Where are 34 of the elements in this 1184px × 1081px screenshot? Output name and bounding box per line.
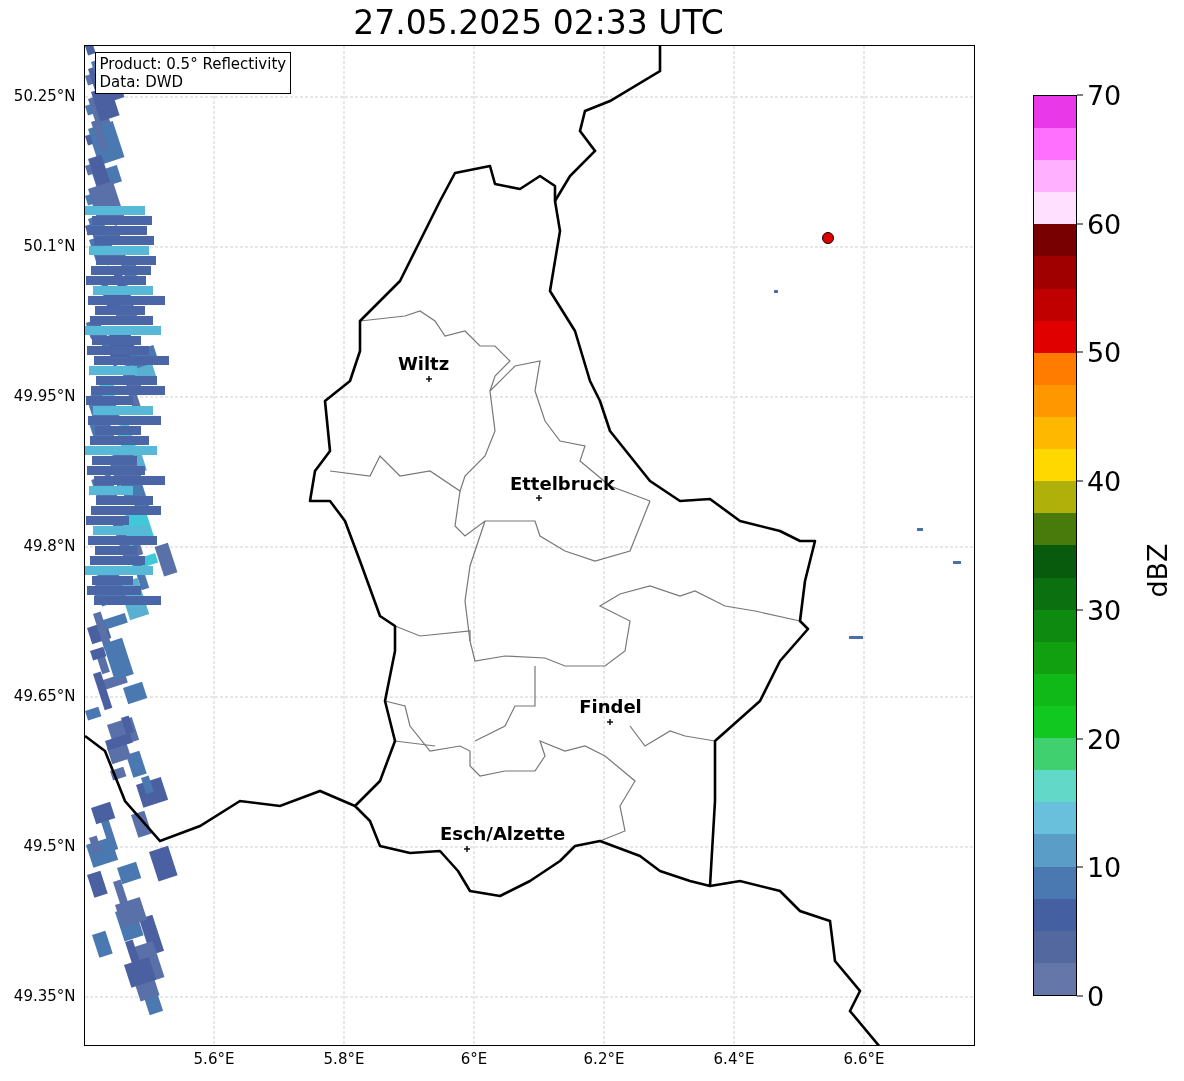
longitude-label: 6.4°E: [713, 1050, 755, 1068]
colorbar-tick-label: 20: [1076, 723, 1122, 755]
longitude-label: 6.6°E: [843, 1050, 885, 1068]
longitude-label: 5.8°E: [323, 1050, 365, 1068]
city-marker: [462, 845, 471, 853]
latitude-label: 49.35°N: [13, 987, 76, 1005]
colorbar-tick-label: 40: [1076, 465, 1122, 497]
latitude-label: 50.25°N: [13, 87, 76, 105]
longitude-label: 5.6°E: [193, 1050, 235, 1068]
colorbar-tick-label: 10: [1076, 851, 1122, 883]
colorbar-tick-label: 50: [1076, 336, 1122, 368]
city-label: Findel: [579, 695, 642, 717]
colorbar-label: dBZ: [1141, 543, 1173, 598]
longitude-label: 6.2°E: [583, 1050, 625, 1068]
city-label: Esch/Alzette: [439, 822, 566, 844]
colorbar-tick-label: 0: [1076, 980, 1105, 1012]
info-text: Data: DWD: [99, 73, 185, 91]
city-marker: [534, 494, 543, 502]
latitude-label: 49.95°N: [13, 387, 76, 405]
radar-site-marker: [821, 232, 834, 244]
city-marker: [605, 718, 614, 726]
colorbar-tick-label: 60: [1076, 208, 1122, 240]
colorbar-tick-label: 30: [1076, 594, 1122, 626]
longitude-label: 6°E: [460, 1050, 488, 1068]
info-text: Product: 0.5° Reflectivity: [99, 55, 287, 73]
latitude-label: 49.65°N: [13, 687, 76, 705]
colorbar-tick-label: 70: [1076, 79, 1122, 111]
city-label: Wiltz: [397, 352, 450, 374]
latitude-label: 50.1°N: [23, 237, 76, 255]
latitude-label: 49.5°N: [23, 837, 76, 855]
latitude-label: 49.8°N: [23, 537, 76, 555]
city-label: Ettelbruck: [509, 472, 616, 494]
chart-title: 27.05.2025 02:33 UTC: [352, 2, 725, 44]
city-marker: [424, 375, 433, 383]
